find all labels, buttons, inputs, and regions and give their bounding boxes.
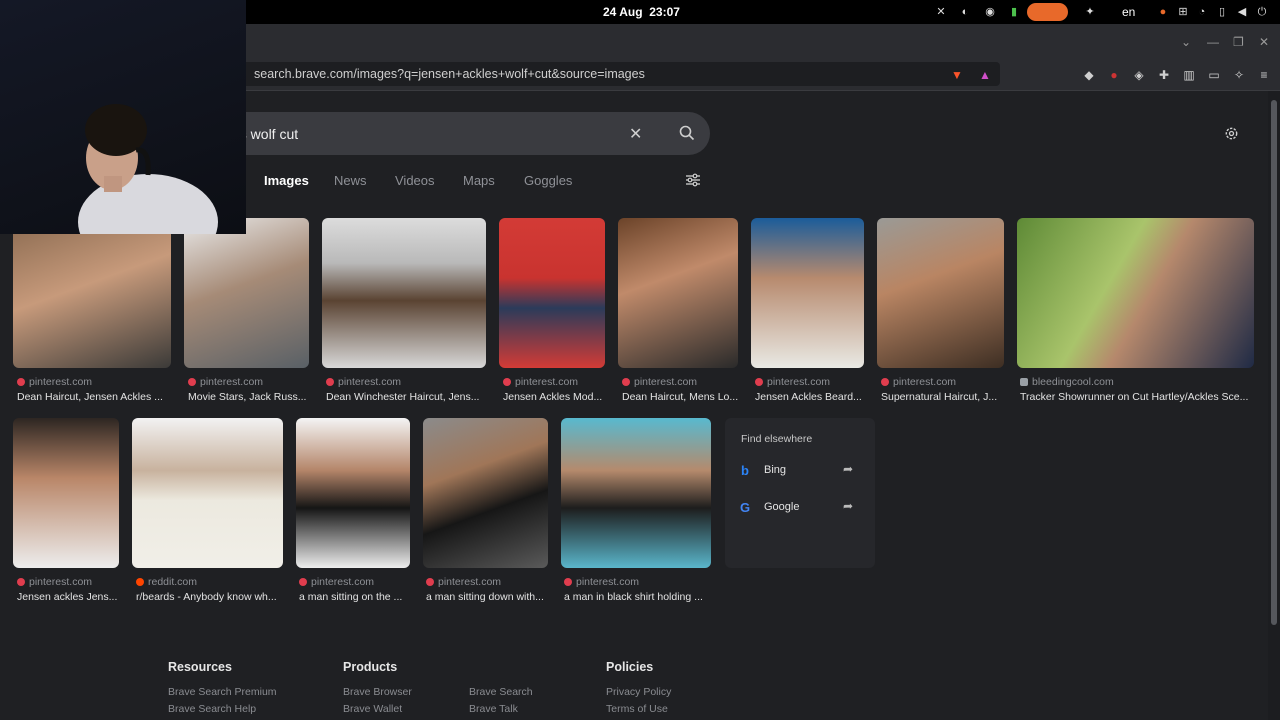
image-result[interactable] [296, 418, 410, 568]
bing-logo-icon: b [741, 463, 749, 478]
screen-share-indicator[interactable] [1027, 3, 1068, 21]
result-meta[interactable]: pinterest.com Dean Winchester Haircut, J… [326, 376, 488, 403]
pinterest-icon [299, 578, 307, 586]
brave-rewards-icon[interactable]: ▲ [978, 68, 992, 82]
tab-search-chevron-icon[interactable]: ⌄ [1181, 35, 1191, 49]
image-result[interactable] [1017, 218, 1254, 368]
filters-icon[interactable] [685, 172, 701, 188]
close-window-icon[interactable]: ✕ [1259, 35, 1269, 49]
footer-link[interactable]: Privacy Policy [606, 686, 671, 698]
webcam-overlay [0, 0, 246, 234]
sidebar-icon[interactable]: ▥ [1182, 68, 1196, 82]
image-result[interactable] [618, 218, 738, 368]
find-elsewhere-title: Find elsewhere [741, 433, 813, 445]
clock[interactable]: 24 Aug 23:07 [603, 5, 680, 19]
image-result[interactable] [13, 418, 119, 568]
leo-ai-icon[interactable]: ✧ [1232, 68, 1246, 82]
find-elsewhere-bing[interactable]: Bing [764, 464, 786, 476]
reddit-icon [136, 578, 144, 586]
result-meta[interactable]: pinterest.com Jensen Ackles Mod... [503, 376, 609, 403]
brave-shields-icon[interactable]: ▼ [950, 68, 964, 82]
image-result[interactable] [877, 218, 1004, 368]
minimize-icon[interactable]: — [1207, 35, 1219, 49]
image-result[interactable] [499, 218, 605, 368]
image-result[interactable] [13, 218, 171, 368]
result-meta[interactable]: pinterest.com Dean Haircut, Mens Lo... [622, 376, 742, 403]
image-result[interactable] [132, 418, 283, 568]
menu-icon[interactable]: ≡ [1257, 68, 1271, 82]
footer-resources-heading: Resources [168, 660, 232, 674]
footer-link[interactable]: Brave Search Help [168, 703, 256, 715]
result-meta[interactable]: pinterest.com Jensen Ackles Beard... [755, 376, 867, 403]
image-result[interactable] [561, 418, 711, 568]
result-meta[interactable]: pinterest.com a man sitting down with... [426, 576, 550, 603]
wallet-icon[interactable]: ▭ [1207, 68, 1221, 82]
webcam-person [78, 104, 218, 234]
volume-icon[interactable]: ◀ [1236, 6, 1248, 18]
footer-link[interactable]: Brave Search Premium [168, 686, 277, 698]
tab-news[interactable]: News [334, 173, 367, 188]
power-icon[interactable]: ⏻ [1256, 6, 1268, 18]
steam-icon[interactable]: ◐ [959, 6, 971, 18]
result-meta[interactable]: pinterest.com a man in black shirt holdi… [564, 576, 714, 603]
pinterest-icon [755, 378, 763, 386]
scrollbar-thumb[interactable] [1271, 100, 1277, 625]
footer-link[interactable]: Terms of Use [606, 703, 668, 715]
pinterest-icon [564, 578, 572, 586]
image-result[interactable] [751, 218, 864, 368]
pinterest-icon [622, 378, 630, 386]
result-meta[interactable]: pinterest.com Jensen ackles Jens... [17, 576, 123, 603]
tab-maps[interactable]: Maps [463, 173, 495, 188]
result-meta[interactable]: pinterest.com a man sitting on the ... [299, 576, 413, 603]
address-text[interactable]: search.brave.com/images?q=jensen+ackles+… [254, 67, 645, 81]
footer-products-heading: Products [343, 660, 398, 674]
pinterest-icon [426, 578, 434, 586]
footer-link[interactable]: Brave Search [469, 686, 533, 698]
bleedingcool-icon [1020, 378, 1028, 386]
settings-gear-icon[interactable] [1224, 126, 1239, 141]
network-icon[interactable]: ⊞ [1177, 6, 1189, 18]
share-arrow-icon[interactable]: ➦ [843, 462, 853, 476]
pinterest-icon [188, 378, 196, 386]
pinterest-icon [326, 378, 334, 386]
result-meta[interactable]: bleedingcool.com Tracker Showrunner on C… [1020, 376, 1256, 403]
notifications-icon[interactable]: ◔ [1196, 6, 1208, 18]
lock-icon[interactable]: ▮ [1008, 6, 1020, 18]
tab-images[interactable]: Images [264, 173, 309, 188]
find-elsewhere-google[interactable]: Google [764, 501, 799, 513]
tab-videos[interactable]: Videos [395, 173, 435, 188]
footer-link[interactable]: Brave Browser [343, 686, 412, 698]
footer-link[interactable]: Brave Wallet [343, 703, 402, 715]
result-meta[interactable]: pinterest.com Supernatural Haircut, J... [881, 376, 1007, 403]
tab-goggles[interactable]: Goggles [524, 173, 572, 188]
footer-policies-heading: Policies [606, 660, 654, 674]
app-tray-icon[interactable]: ◉ [984, 6, 996, 18]
result-meta[interactable]: pinterest.com Dean Haircut, Jensen Ackle… [17, 376, 172, 403]
accessibility-icon[interactable]: ✦ [1084, 6, 1096, 18]
maximize-icon[interactable]: ❐ [1233, 35, 1244, 49]
battery-icon[interactable]: ▯ [1216, 6, 1228, 18]
image-result[interactable] [423, 418, 548, 568]
pinterest-icon [17, 578, 25, 586]
result-meta[interactable]: reddit.com r/beards - Anybody know wh... [136, 576, 286, 603]
result-meta[interactable]: pinterest.com Movie Stars, Jack Russ... [188, 376, 312, 403]
footer-link[interactable]: Brave Talk [469, 703, 518, 715]
pinterest-icon [503, 378, 511, 386]
extensions-puzzle-icon[interactable]: ✚ [1157, 68, 1171, 82]
pinterest-icon [17, 378, 25, 386]
pinterest-icon [881, 378, 889, 386]
keyboard-language[interactable]: en [1122, 5, 1135, 19]
extension-icon[interactable]: ◈ [1132, 68, 1146, 82]
search-icon[interactable] [679, 125, 695, 141]
bitwarden-icon[interactable]: ◆ [1082, 68, 1096, 82]
image-result[interactable] [322, 218, 486, 368]
clear-search-icon[interactable]: ✕ [629, 124, 642, 144]
microphone-icon[interactable]: ● [1157, 6, 1169, 18]
ublock-icon[interactable]: ● [1107, 68, 1121, 82]
image-result[interactable] [184, 218, 309, 368]
mic-muted-icon[interactable]: ✕ [935, 6, 947, 18]
share-arrow-icon[interactable]: ➦ [843, 499, 853, 513]
google-logo-icon: G [740, 500, 751, 515]
